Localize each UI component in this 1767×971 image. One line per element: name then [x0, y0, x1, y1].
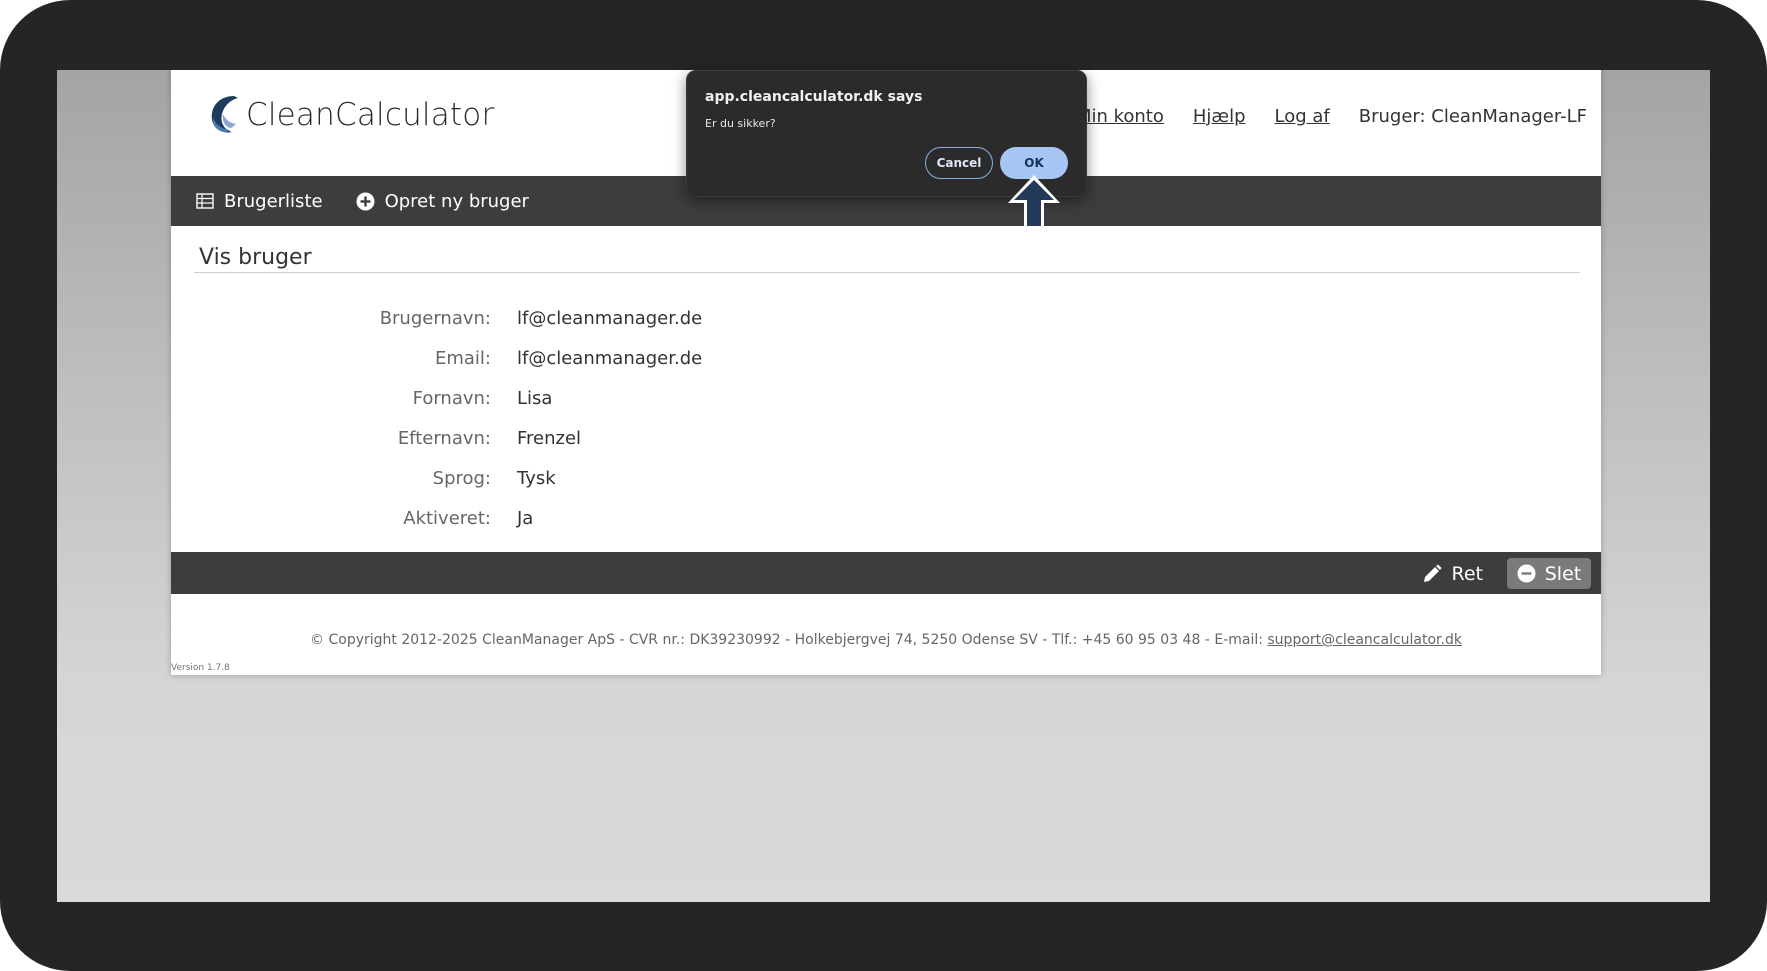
action-bar: Ret Slet: [171, 552, 1601, 594]
footer: © Copyright 2012-2025 CleanManager ApS -…: [171, 632, 1601, 648]
field-row: Sprog: Tysk: [171, 458, 1601, 498]
cancel-button[interactable]: Cancel: [925, 147, 993, 179]
edit-button[interactable]: Ret: [1422, 560, 1484, 588]
field-value: Lisa: [517, 387, 553, 409]
up-arrow-icon: [1008, 175, 1060, 229]
edit-label: Ret: [1451, 563, 1484, 585]
page-title: Vis bruger: [194, 245, 1580, 273]
support-email-link[interactable]: support@cleancalculator.dk: [1267, 632, 1462, 648]
plus-circle-icon: [356, 192, 375, 210]
logo[interactable]: CleanCalculator: [204, 90, 494, 140]
field-row: Aktiveret: Ja: [171, 498, 1601, 538]
table-icon: [196, 193, 214, 209]
logo-icon: [211, 96, 238, 133]
field-label: Sprog:: [432, 467, 491, 489]
field-row: Email: lf@cleanmanager.de: [171, 338, 1601, 378]
top-nav: Min konto Hjælp Log af Bruger: CleanMana…: [1076, 106, 1587, 127]
delete-label: Slet: [1544, 562, 1582, 585]
field-label: Email:: [434, 347, 491, 369]
field-value: lf@cleanmanager.de: [517, 347, 703, 369]
minus-circle-icon: [1517, 564, 1536, 583]
dialog-message: Er du sikker?: [705, 117, 776, 130]
field-label: Efternavn:: [397, 427, 491, 449]
field-label: Brugernavn:: [379, 307, 491, 329]
field-value: Ja: [517, 507, 534, 529]
field-value: Frenzel: [517, 427, 582, 449]
field-label: Aktiveret:: [403, 507, 491, 529]
screenshot-frame: CleanCalculator Min konto Hjælp Log af B…: [0, 0, 1767, 971]
field-row: Brugernavn: lf@cleanmanager.de: [171, 298, 1601, 338]
create-user-button[interactable]: Opret ny bruger: [356, 191, 529, 212]
logout-link[interactable]: Log af: [1275, 106, 1330, 127]
help-link[interactable]: Hjælp: [1193, 106, 1246, 127]
field-label: Fornavn:: [412, 387, 491, 409]
brugerliste-button[interactable]: Brugerliste: [196, 191, 323, 212]
brugerliste-label: Brugerliste: [224, 190, 323, 212]
field-value: Tysk: [517, 467, 556, 489]
pencil-icon: [1423, 564, 1441, 582]
current-user: Bruger: CleanManager-LF: [1358, 106, 1587, 127]
create-user-label: Opret ny bruger: [384, 190, 529, 212]
copyright-text: © Copyright 2012-2025 CleanManager ApS -…: [310, 632, 1268, 648]
field-row: Fornavn: Lisa: [171, 378, 1601, 418]
field-value: lf@cleanmanager.de: [517, 307, 703, 329]
version-label: Version 1.7.8: [171, 663, 230, 673]
logo-text: CleanCalculator: [246, 97, 495, 133]
user-details: Brugernavn: lf@cleanmanager.de Email: lf…: [171, 298, 1601, 538]
delete-button[interactable]: Slet: [1507, 558, 1591, 589]
dialog-title: app.cleancalculator.dk says: [705, 89, 923, 105]
min-konto-link[interactable]: Min konto: [1076, 106, 1164, 127]
field-row: Efternavn: Frenzel: [171, 418, 1601, 458]
